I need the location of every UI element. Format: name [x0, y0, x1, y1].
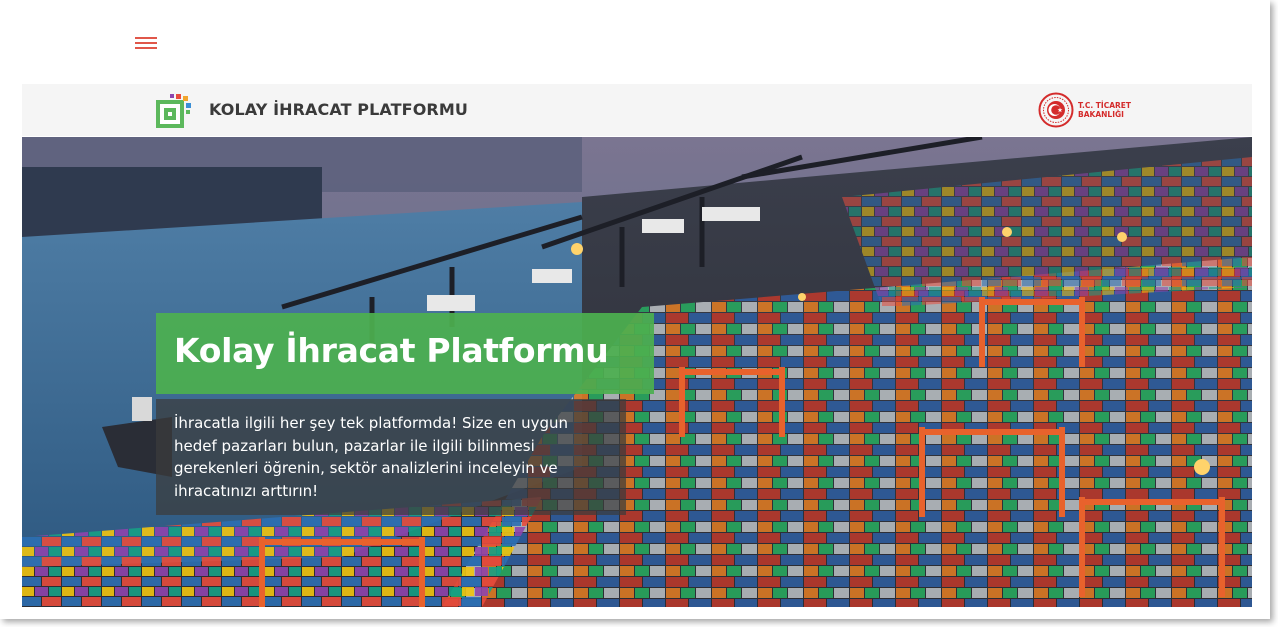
site-header: KOLAY İHRACAT PLATFORMU T.C. TİCARET BAK… [22, 84, 1252, 136]
platform-logo-icon[interactable] [156, 94, 192, 128]
hero-description-box: İhracatla ilgili her şey tek platformda!… [156, 399, 626, 515]
hamburger-menu-icon[interactable] [135, 36, 157, 50]
hero-description: İhracatla ilgili her şey tek platformda!… [174, 414, 568, 500]
brand-title[interactable]: KOLAY İHRACAT PLATFORMU [209, 100, 468, 119]
ministry-logo[interactable]: T.C. TİCARET BAKANLIĞI [1038, 92, 1131, 128]
hero-title-box: Kolay İhracat Platformu [156, 313, 654, 394]
hero-banner: Kolay İhracat Platformu İhracatla ilgili… [22, 137, 1252, 607]
ministry-name: T.C. TİCARET BAKANLIĞI [1078, 101, 1131, 119]
ministry-line-2: BAKANLIĞI [1078, 110, 1124, 119]
ministry-seal-icon [1038, 92, 1074, 128]
hero-title: Kolay İhracat Platformu [174, 331, 609, 370]
ministry-line-1: T.C. TİCARET [1078, 101, 1132, 110]
page-frame: KOLAY İHRACAT PLATFORMU T.C. TİCARET BAK… [0, 0, 1270, 619]
